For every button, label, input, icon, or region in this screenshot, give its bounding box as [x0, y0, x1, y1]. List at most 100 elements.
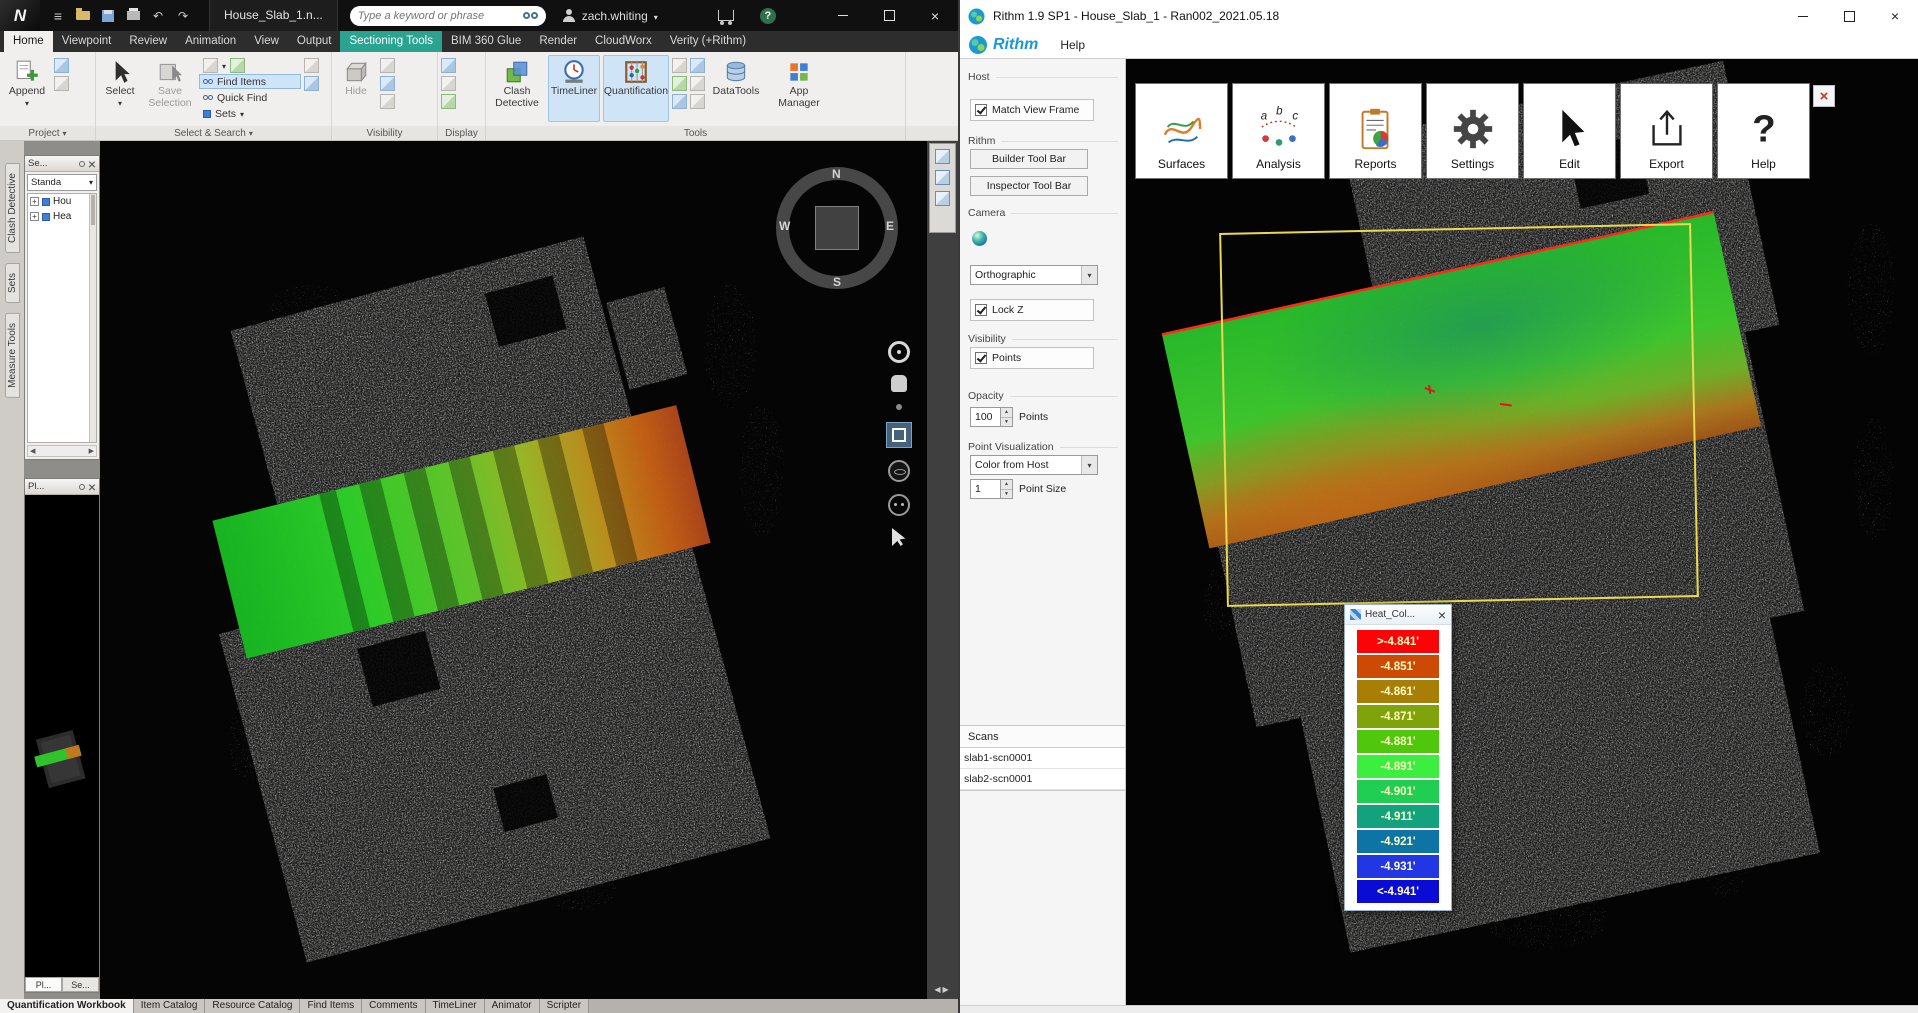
ribbon-tab[interactable]: View	[245, 31, 288, 52]
look-around-icon[interactable]	[888, 494, 910, 516]
projection-dropdown[interactable]: Orthographic	[970, 265, 1098, 285]
section-plane-icon[interactable]	[935, 149, 950, 164]
close-panel-icon[interactable]	[88, 479, 96, 495]
tree-vertical-scrollbar[interactable]	[89, 194, 96, 442]
maximize-button[interactable]	[1826, 0, 1872, 32]
bottom-panel-tab[interactable]: Resource Catalog	[205, 999, 300, 1013]
edit-button[interactable]: Edit	[1523, 83, 1616, 179]
ribbon-tab[interactable]: Sectioning Tools	[340, 31, 442, 52]
help-icon[interactable]: ?	[760, 8, 776, 24]
expand-icon[interactable]	[30, 197, 39, 206]
undo-icon[interactable]	[149, 7, 167, 25]
surfaces-button[interactable]: Surfaces	[1135, 83, 1228, 179]
tree-item[interactable]: Hou	[28, 194, 96, 209]
selection-tree-header[interactable]: Se...	[25, 156, 99, 172]
spin-up-icon[interactable]	[1001, 408, 1012, 417]
analysis-button[interactable]: a b c Analysis	[1232, 83, 1325, 179]
save-icon[interactable]	[99, 7, 117, 25]
ribbon-tab[interactable]: Home	[4, 31, 53, 52]
ribbon-tab[interactable]: Render	[530, 31, 586, 52]
bottom-panel-tab[interactable]: Quantification Workbook	[0, 999, 134, 1013]
app-menu-icon[interactable]	[49, 7, 67, 25]
legend-titlebar[interactable]: Heat_Col...	[1345, 605, 1451, 625]
group-label-project[interactable]: Project	[0, 126, 96, 140]
point-size-value[interactable]: 1	[970, 479, 1000, 499]
help-button[interactable]: ? Help	[1717, 83, 1810, 179]
tags-tool-icon[interactable]	[690, 94, 705, 109]
append-button[interactable]: Append	[3, 55, 51, 122]
minimize-button[interactable]	[820, 0, 866, 31]
close-button[interactable]	[912, 0, 958, 31]
save-selection-button[interactable]: Save Selection	[144, 55, 196, 122]
redline-tool-icon[interactable]	[672, 94, 687, 109]
app-manager-button[interactable]: App Manager	[767, 55, 831, 122]
checkbox-icon[interactable]	[975, 104, 987, 116]
checkbox-icon[interactable]	[975, 304, 987, 316]
tree-item[interactable]: Hea	[28, 209, 96, 224]
section-box-icon[interactable]	[935, 170, 950, 185]
strip-scroll-arrows[interactable]	[927, 985, 958, 994]
plan-view-canvas[interactable]	[25, 495, 99, 977]
refresh-icon[interactable]	[54, 58, 69, 73]
navisworks-app-icon[interactable]: N	[0, 0, 40, 31]
compass-east[interactable]: E	[886, 219, 894, 233]
steering-wheel-icon[interactable]	[888, 341, 910, 363]
maximize-button[interactable]	[866, 0, 912, 31]
minimize-button[interactable]	[1780, 0, 1826, 32]
docked-panel-tab[interactable]: Sets	[5, 263, 20, 303]
docked-panel-tab[interactable]: Measure Tools	[5, 313, 20, 398]
scroll-right-icon[interactable]	[943, 985, 951, 994]
spin-up-icon[interactable]	[1001, 480, 1012, 489]
pin-icon[interactable]	[79, 484, 85, 490]
document-tab[interactable]: House_Slab_1.n...	[209, 0, 338, 31]
navisworks-3d-viewport[interactable]: N S W E	[100, 141, 927, 999]
measure-tool-icon[interactable]	[672, 76, 687, 91]
close-button[interactable]	[1872, 0, 1918, 32]
expand-icon[interactable]	[30, 212, 39, 221]
ribbon-tab[interactable]: CloudWorx	[586, 31, 661, 52]
settings-button[interactable]: Settings	[1426, 83, 1519, 179]
plan-view-header[interactable]: Pl...	[25, 479, 99, 495]
animator-tool-icon[interactable]	[672, 58, 687, 73]
pan-hand-icon[interactable]	[891, 375, 907, 392]
redo-icon[interactable]	[174, 7, 192, 25]
scroll-right-icon[interactable]	[89, 447, 94, 455]
file-options-icon[interactable]	[54, 76, 69, 91]
point-size-spinner[interactable]: 1	[970, 479, 1013, 499]
ribbon-tab[interactable]: BIM 360 Glue	[442, 31, 530, 52]
inspector-tool-bar-button[interactable]: Inspector Tool Bar	[970, 176, 1088, 196]
compass-south[interactable]: S	[833, 275, 841, 289]
compass-west[interactable]: W	[779, 219, 790, 233]
require-icon[interactable]	[380, 58, 395, 73]
spin-down-icon[interactable]	[1001, 417, 1012, 427]
bottom-panel-tab[interactable]: Scripter	[540, 999, 589, 1013]
ribbon-tab[interactable]: Verity (+Rithm)	[661, 31, 755, 52]
select-arrow-icon[interactable]	[892, 528, 906, 546]
comments-tool-icon[interactable]	[690, 76, 705, 91]
open-file-icon[interactable]	[74, 7, 92, 25]
print-icon[interactable]	[124, 7, 142, 25]
bottom-panel-tab[interactable]: TimeLiner	[426, 999, 485, 1013]
orbit-icon[interactable]	[888, 460, 910, 482]
bottom-panel-tab[interactable]: Find Items	[300, 999, 362, 1013]
legend-close-icon[interactable]	[1438, 607, 1446, 623]
hide-button[interactable]: Hide	[335, 55, 377, 122]
scroll-left-icon[interactable]	[30, 447, 35, 455]
timeliner-button[interactable]: TimeLiner	[548, 55, 600, 122]
opacity-value[interactable]: 100	[970, 407, 1000, 427]
dropdown-caret-icon[interactable]	[1081, 266, 1097, 284]
lock-z-checkbox[interactable]: Lock Z	[970, 299, 1094, 321]
properties-icon[interactable]	[441, 94, 456, 109]
color-mode-dropdown[interactable]: Color from Host	[970, 455, 1098, 475]
ribbon-tab[interactable]: Animation	[176, 31, 245, 52]
select-button[interactable]: Select	[99, 55, 141, 122]
scripter-tool-icon[interactable]	[690, 58, 705, 73]
builder-tool-bar-button[interactable]: Builder Tool Bar	[970, 149, 1088, 169]
plan-panel-tab[interactable]: Se...	[62, 977, 99, 992]
unhide-all-icon[interactable]	[380, 94, 395, 109]
search-input[interactable]	[358, 10, 519, 22]
tree-mode-dropdown[interactable]: Standa	[27, 174, 97, 191]
scan-row[interactable]: slab1-scn0001	[960, 748, 1125, 769]
tree-horizontal-scrollbar[interactable]	[27, 445, 97, 457]
spin-down-icon[interactable]	[1001, 489, 1012, 499]
